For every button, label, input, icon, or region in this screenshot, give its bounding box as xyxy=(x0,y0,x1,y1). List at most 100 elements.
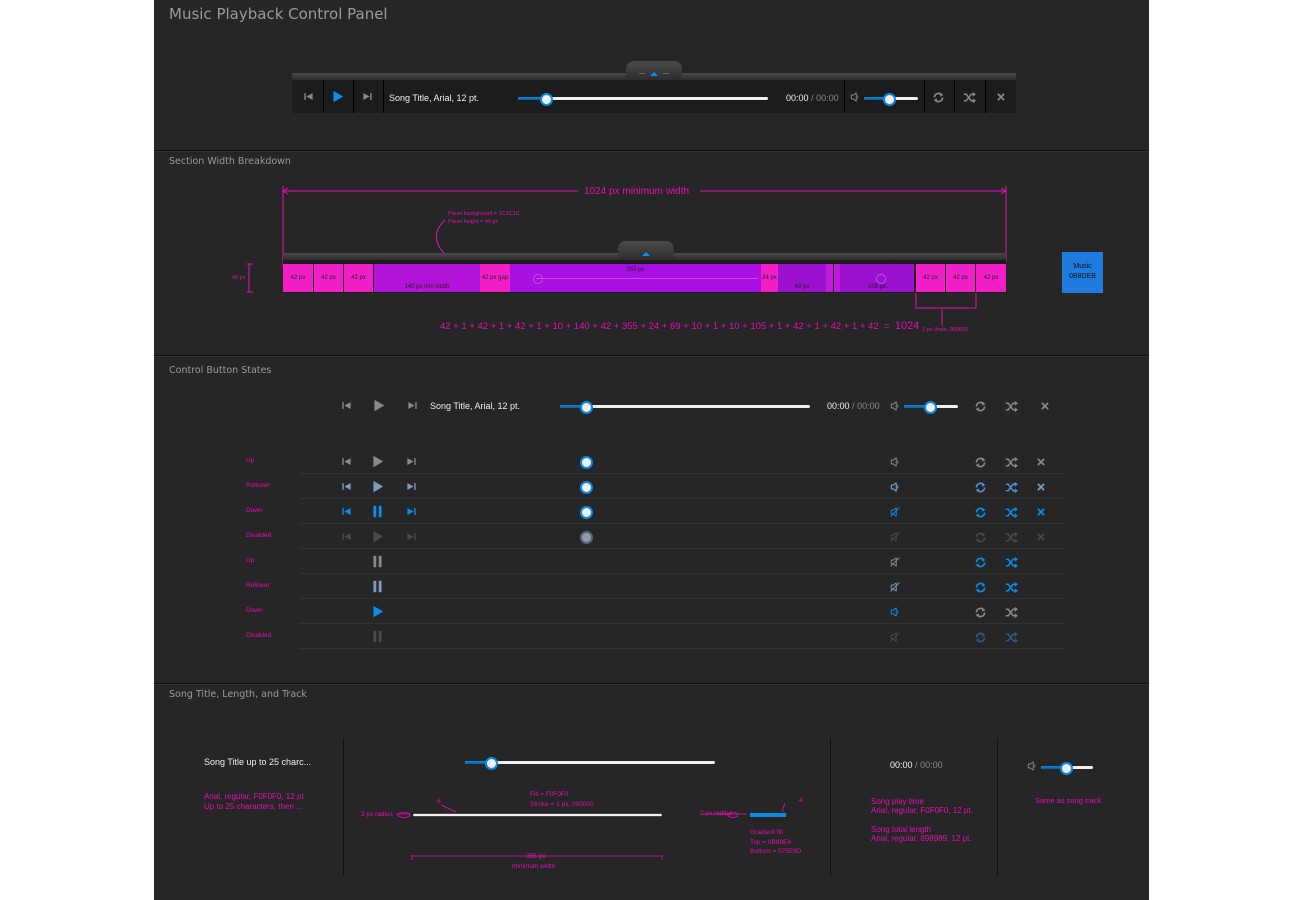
mute-icon[interactable] xyxy=(890,507,900,517)
row-divider xyxy=(299,648,1064,649)
prev-icon[interactable] xyxy=(341,456,352,467)
state-label: Down xyxy=(246,607,263,614)
formula-terms: 42 + 1 + 42 + 1 + 42 + 1 + 10 + 140 + 42… xyxy=(440,321,879,332)
close-icon xyxy=(1036,532,1046,542)
close-icon[interactable] xyxy=(1040,401,1050,411)
spec-time-display: 00:00 / 00:00 xyxy=(890,760,943,770)
next-icon[interactable] xyxy=(406,481,417,492)
repeat-icon[interactable] xyxy=(974,456,987,469)
chevron-up-icon xyxy=(642,252,650,256)
volume-icon[interactable] xyxy=(890,607,900,617)
width-box: 69 px xyxy=(778,264,826,292)
total-length-font-note: Arial, regular, 898989, 12 pt. xyxy=(871,834,972,843)
state-label: Rollover xyxy=(246,482,270,489)
pause-icon[interactable] xyxy=(371,555,384,568)
width-box: 42 px xyxy=(916,264,945,292)
progress-thumb[interactable] xyxy=(580,456,593,469)
next-icon xyxy=(406,531,417,542)
panel-bg-note: Panel background = 1C1C1C xyxy=(448,211,520,217)
prev-icon[interactable] xyxy=(341,506,352,517)
repeat-icon[interactable] xyxy=(974,606,987,619)
close-icon[interactable] xyxy=(1036,482,1046,492)
volume-icon[interactable] xyxy=(890,401,900,411)
repeat-icon xyxy=(974,631,987,644)
play-icon[interactable] xyxy=(371,605,384,618)
state-label: Disabled xyxy=(246,632,272,639)
progress-thumb xyxy=(580,531,593,544)
time-current: 00:00 xyxy=(890,760,913,770)
play-icon[interactable] xyxy=(371,455,384,468)
next-icon[interactable] xyxy=(407,400,418,411)
repeat-icon[interactable] xyxy=(974,481,987,494)
pause-icon[interactable] xyxy=(371,505,384,518)
shuffle-icon[interactable] xyxy=(1005,400,1018,413)
shuffle-icon[interactable] xyxy=(1005,456,1018,469)
ghost-thumb xyxy=(533,274,543,284)
state-label: Disabled xyxy=(246,532,272,539)
progress-thumb[interactable] xyxy=(580,401,593,414)
shuffle-icon[interactable] xyxy=(1005,506,1018,519)
next-icon[interactable] xyxy=(406,456,417,467)
prev-icon[interactable] xyxy=(341,400,352,411)
time-separator: / xyxy=(915,760,918,770)
volume-icon[interactable] xyxy=(1027,761,1037,771)
time-separator: / xyxy=(852,401,855,411)
shuffle-icon[interactable] xyxy=(1005,581,1018,594)
repeat-icon[interactable] xyxy=(974,506,987,519)
row-divider xyxy=(299,548,1064,549)
row-divider xyxy=(299,573,1064,574)
mute-icon[interactable] xyxy=(890,557,900,567)
formula-total: 1024 xyxy=(894,320,920,332)
row-divider xyxy=(299,623,1064,624)
row-divider xyxy=(299,473,1064,474)
section-divider xyxy=(154,683,1149,685)
repeat-icon[interactable] xyxy=(974,400,987,413)
width-formula: 42 + 1 + 42 + 1 + 42 + 1 + 10 + 140 + 42… xyxy=(440,320,919,332)
min-width-label: 1024 px minimum width xyxy=(584,186,690,197)
design-spec-frame: Music Playback Control Panel Song Title,… xyxy=(154,0,1149,900)
volume-icon[interactable] xyxy=(890,482,900,492)
width-box: 42 px xyxy=(976,264,1006,292)
thumb-height-note: 4 xyxy=(799,797,803,804)
progress-track[interactable] xyxy=(560,405,810,408)
song-title: Song Title, Arial, 12 pt. xyxy=(430,401,521,411)
repeat-icon[interactable] xyxy=(974,581,987,594)
width-box: 42 px xyxy=(283,264,313,292)
breakdown-annotations xyxy=(247,186,1007,326)
shuffle-icon[interactable] xyxy=(1005,481,1018,494)
play-icon[interactable] xyxy=(372,399,385,412)
gradient-note: Gradient fill xyxy=(750,829,783,836)
shuffle-icon[interactable] xyxy=(1005,556,1018,569)
width-box: 140 px min width xyxy=(374,264,480,292)
play-icon xyxy=(371,530,384,543)
volume-note: Same as song track xyxy=(1035,796,1102,805)
mute-icon[interactable] xyxy=(890,582,900,592)
play-icon[interactable] xyxy=(371,480,384,493)
width-box: 42 px xyxy=(946,264,975,292)
section-title-states: Control Button States xyxy=(169,365,272,376)
row-divider xyxy=(299,498,1064,499)
ghost-volume-thumb xyxy=(876,274,886,284)
breakdown-tab xyxy=(618,241,674,261)
progress-thumb[interactable] xyxy=(580,481,593,494)
pause-icon[interactable] xyxy=(371,580,384,593)
total-length-note: Song total length xyxy=(871,825,932,834)
prev-icon[interactable] xyxy=(341,481,352,492)
volume-icon[interactable] xyxy=(890,457,900,467)
width-box: 42 px gap xyxy=(480,264,510,292)
spacer-box xyxy=(826,264,833,292)
spec-volume-thumb[interactable] xyxy=(1060,762,1073,775)
shuffle-icon xyxy=(1005,531,1018,544)
repeat-icon[interactable] xyxy=(974,556,987,569)
ghost-track xyxy=(536,278,758,279)
radius-note-left: 3 px radius xyxy=(361,811,393,818)
volume-thumb[interactable] xyxy=(924,401,937,414)
close-icon[interactable] xyxy=(1036,507,1046,517)
progress-thumb[interactable] xyxy=(580,506,593,519)
state-label: Down xyxy=(246,507,263,514)
width-box: 42 px xyxy=(344,264,373,292)
next-icon[interactable] xyxy=(406,506,417,517)
play-time-note: Song play time xyxy=(871,797,924,806)
shuffle-icon[interactable] xyxy=(1005,606,1018,619)
close-icon[interactable] xyxy=(1036,457,1046,467)
